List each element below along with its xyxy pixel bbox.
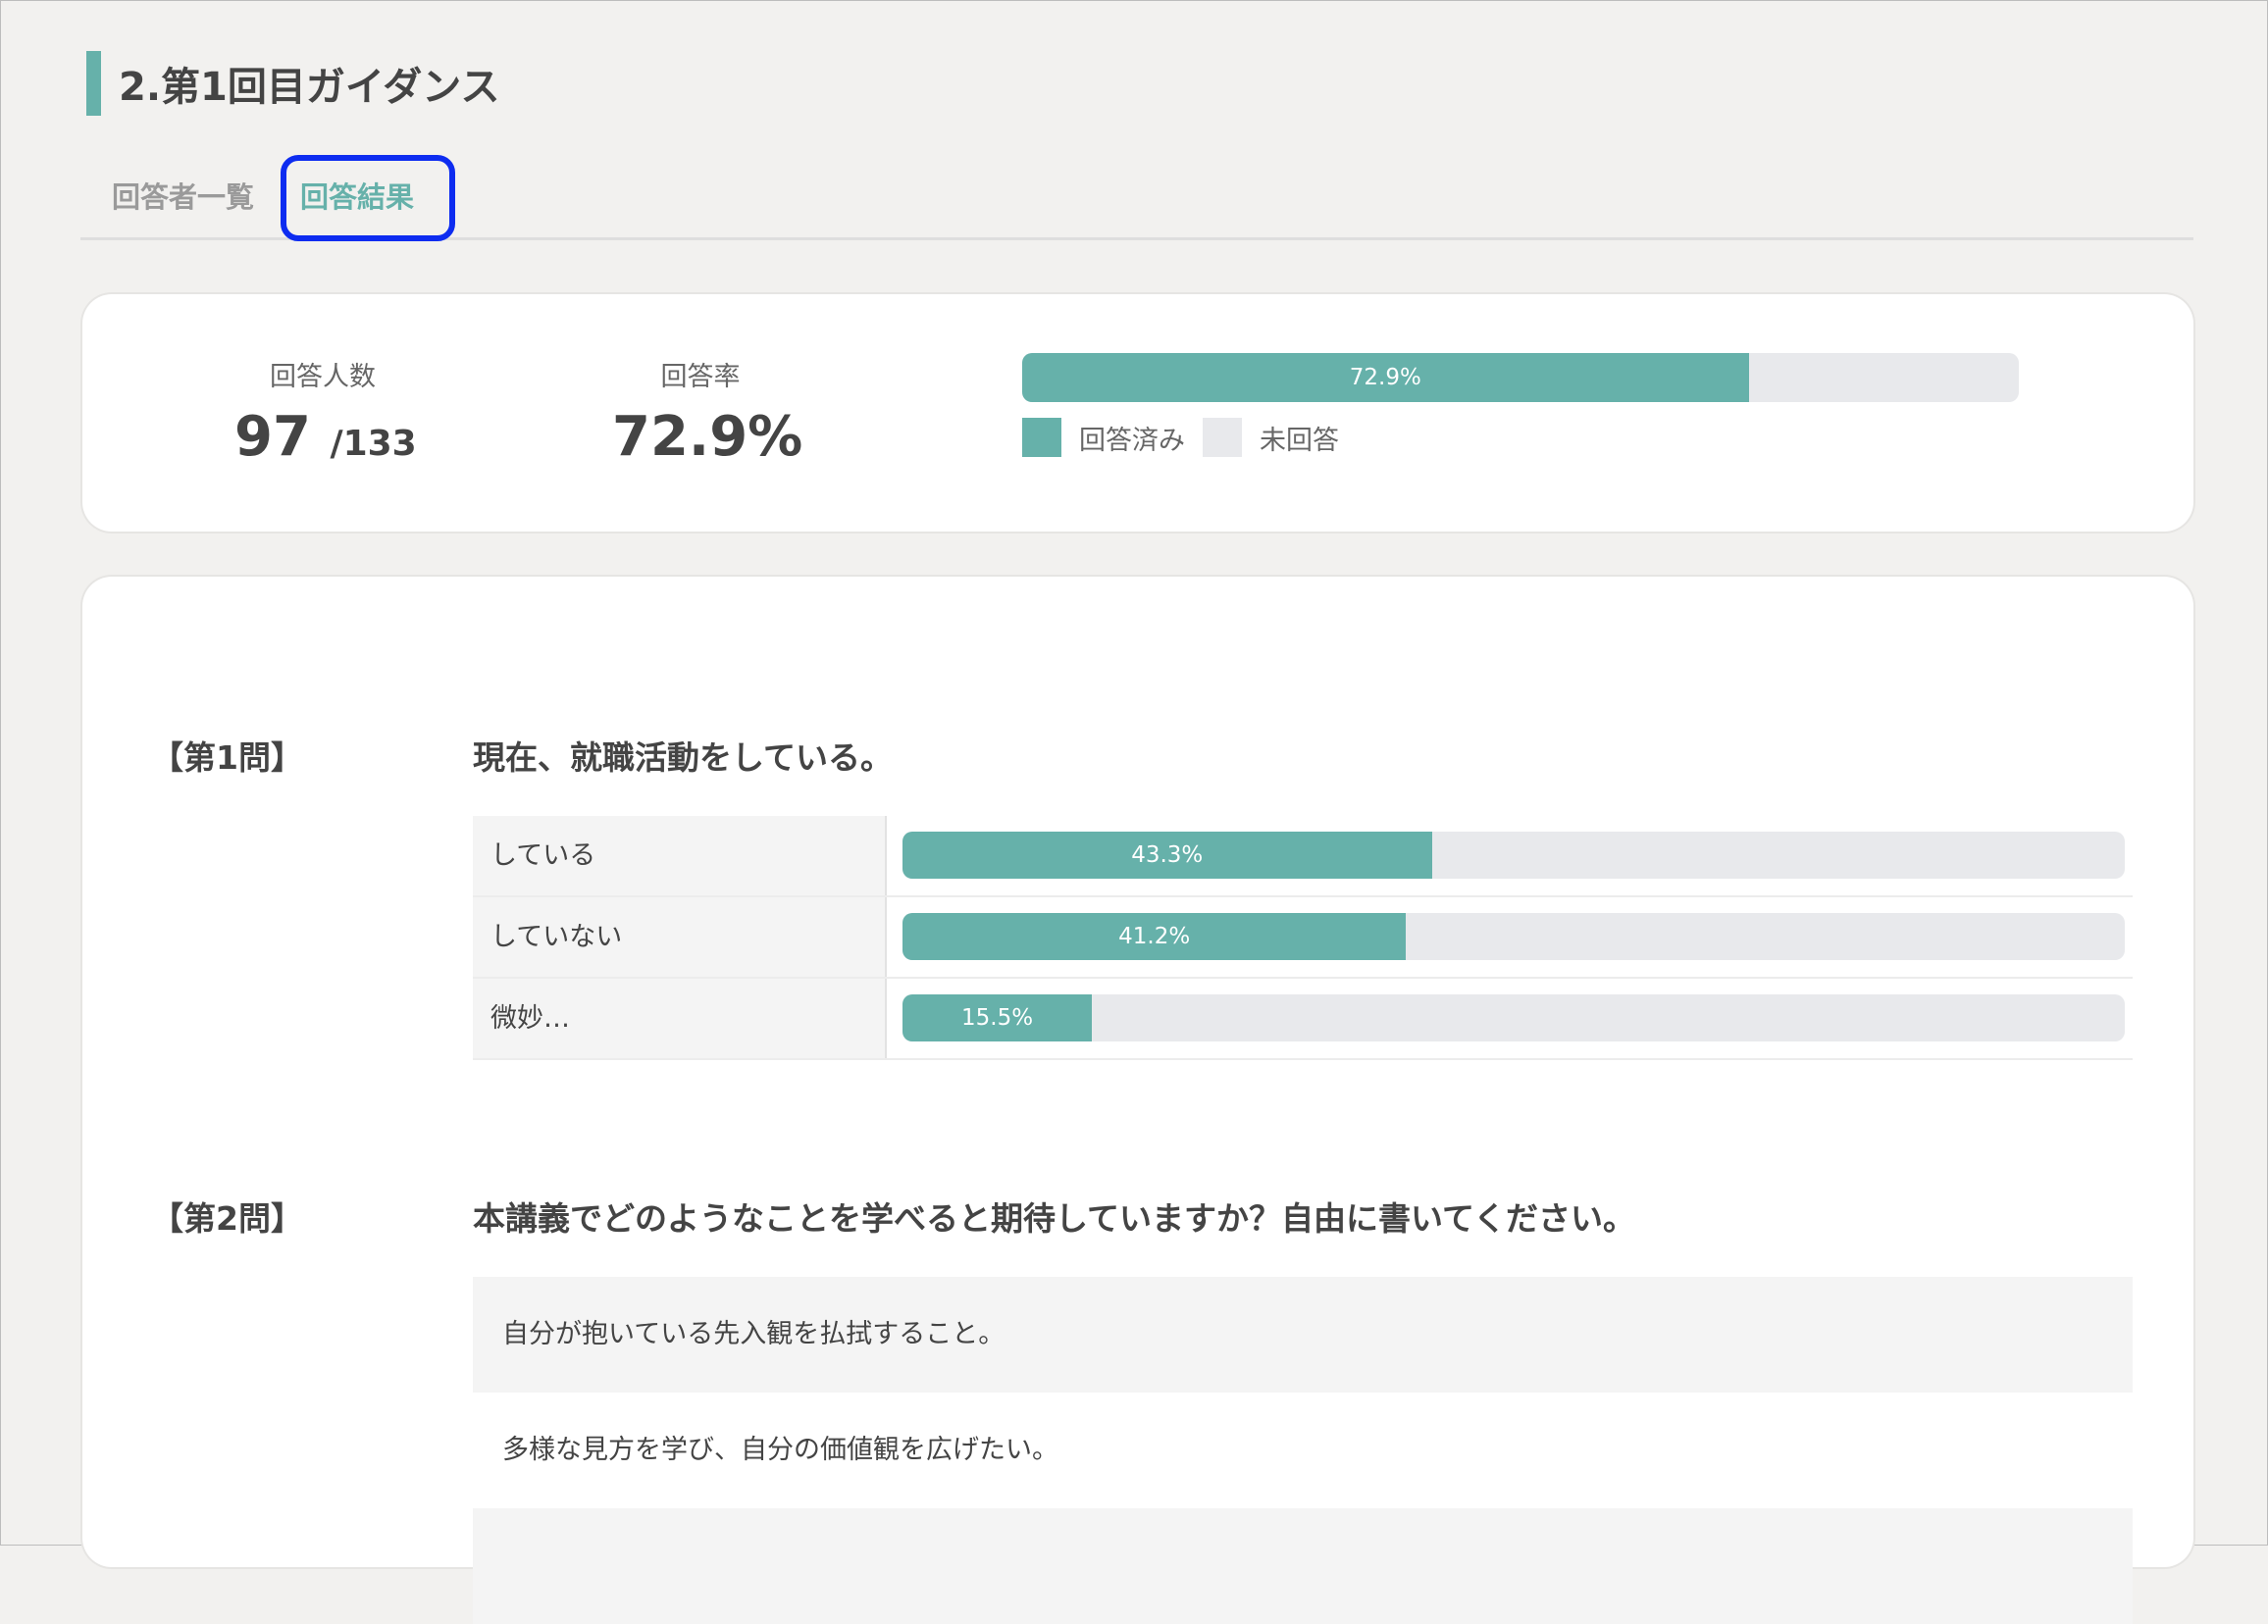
question-2-answers: 自分が抱いている先入観を払拭すること。 多様な見方を学び、自分の価値観を広げたい… — [473, 1277, 2133, 1624]
page-title-text: 2.第1回目ガイダンス — [119, 65, 500, 110]
choice-bar-cell: 41.2% — [887, 897, 2133, 977]
question-2-text: 本講義でどのようなことを学べると期待していますか？自由に書いてください。 — [473, 1199, 1636, 1238]
free-text-answer: 自分が抱いている先入観を払拭すること。 — [473, 1277, 2133, 1393]
legend-unanswered-label: 未回答 — [1260, 425, 1339, 456]
page-title: 2.第1回目ガイダンス — [86, 51, 499, 116]
overall-progress-fill: 72.9% — [1022, 353, 1749, 402]
choice-bar-track: 41.2% — [902, 913, 2125, 960]
respondents-value: 97 /133 — [234, 405, 417, 469]
choice-row: している 43.3% — [473, 816, 2133, 897]
choice-bar-fill: 43.3% — [902, 832, 1432, 879]
respondents-total: /133 — [330, 424, 417, 464]
results-card: 【第1問】 現在、就職活動をしている。 している 43.3% していない 41.… — [82, 577, 2193, 1624]
legend-swatch-unanswered — [1203, 418, 1242, 457]
question-1-choices: している 43.3% していない 41.2% 微妙… 15.5% — [473, 816, 2133, 1060]
progress-legend: 回答済み 未回答 — [1022, 418, 1339, 457]
summary-card: 回答人数 97 /133 回答率 72.9% 72.9% 回答済み 未回答 — [82, 294, 2193, 532]
question-2-number: 【第2問】 — [151, 1199, 303, 1238]
choice-label: していない — [473, 897, 887, 977]
choice-bar-track: 15.5% — [902, 994, 2125, 1041]
free-text-answer — [473, 1508, 2133, 1624]
legend-swatch-answered — [1022, 418, 1061, 457]
choice-label: 微妙… — [473, 979, 887, 1058]
tab-respondents-list[interactable]: 回答者一覧 — [112, 157, 254, 237]
free-text-answer: 多様な見方を学び、自分の価値観を広げたい。 — [502, 1435, 1058, 1465]
choice-bar-cell: 15.5% — [887, 979, 2133, 1058]
respondents-stat: 回答人数 97 /133 — [234, 355, 417, 469]
overall-progress-bar: 72.9% — [1022, 353, 2019, 402]
legend-answered-label: 回答済み — [1079, 425, 1185, 456]
choice-label: している — [473, 816, 887, 895]
choice-row: していない 41.2% — [473, 897, 2133, 979]
active-tab-highlight — [281, 155, 455, 241]
response-rate-label: 回答率 — [660, 362, 741, 392]
question-1-text: 現在、就職活動をしている。 — [473, 738, 894, 777]
choice-bar-cell: 43.3% — [887, 816, 2133, 895]
response-rate-stat: 回答率 72.9% — [612, 355, 803, 469]
choice-row: 微妙… 15.5% — [473, 979, 2133, 1060]
question-1-number: 【第1問】 — [151, 738, 303, 777]
respondents-label: 回答人数 — [270, 362, 376, 392]
title-accent-bar — [86, 51, 101, 116]
response-rate-value: 72.9% — [612, 405, 803, 469]
respondents-count: 97 — [234, 405, 311, 469]
choice-bar-fill: 41.2% — [902, 913, 1407, 960]
choice-bar-fill: 15.5% — [902, 994, 1093, 1041]
choice-bar-track: 43.3% — [902, 832, 2125, 879]
